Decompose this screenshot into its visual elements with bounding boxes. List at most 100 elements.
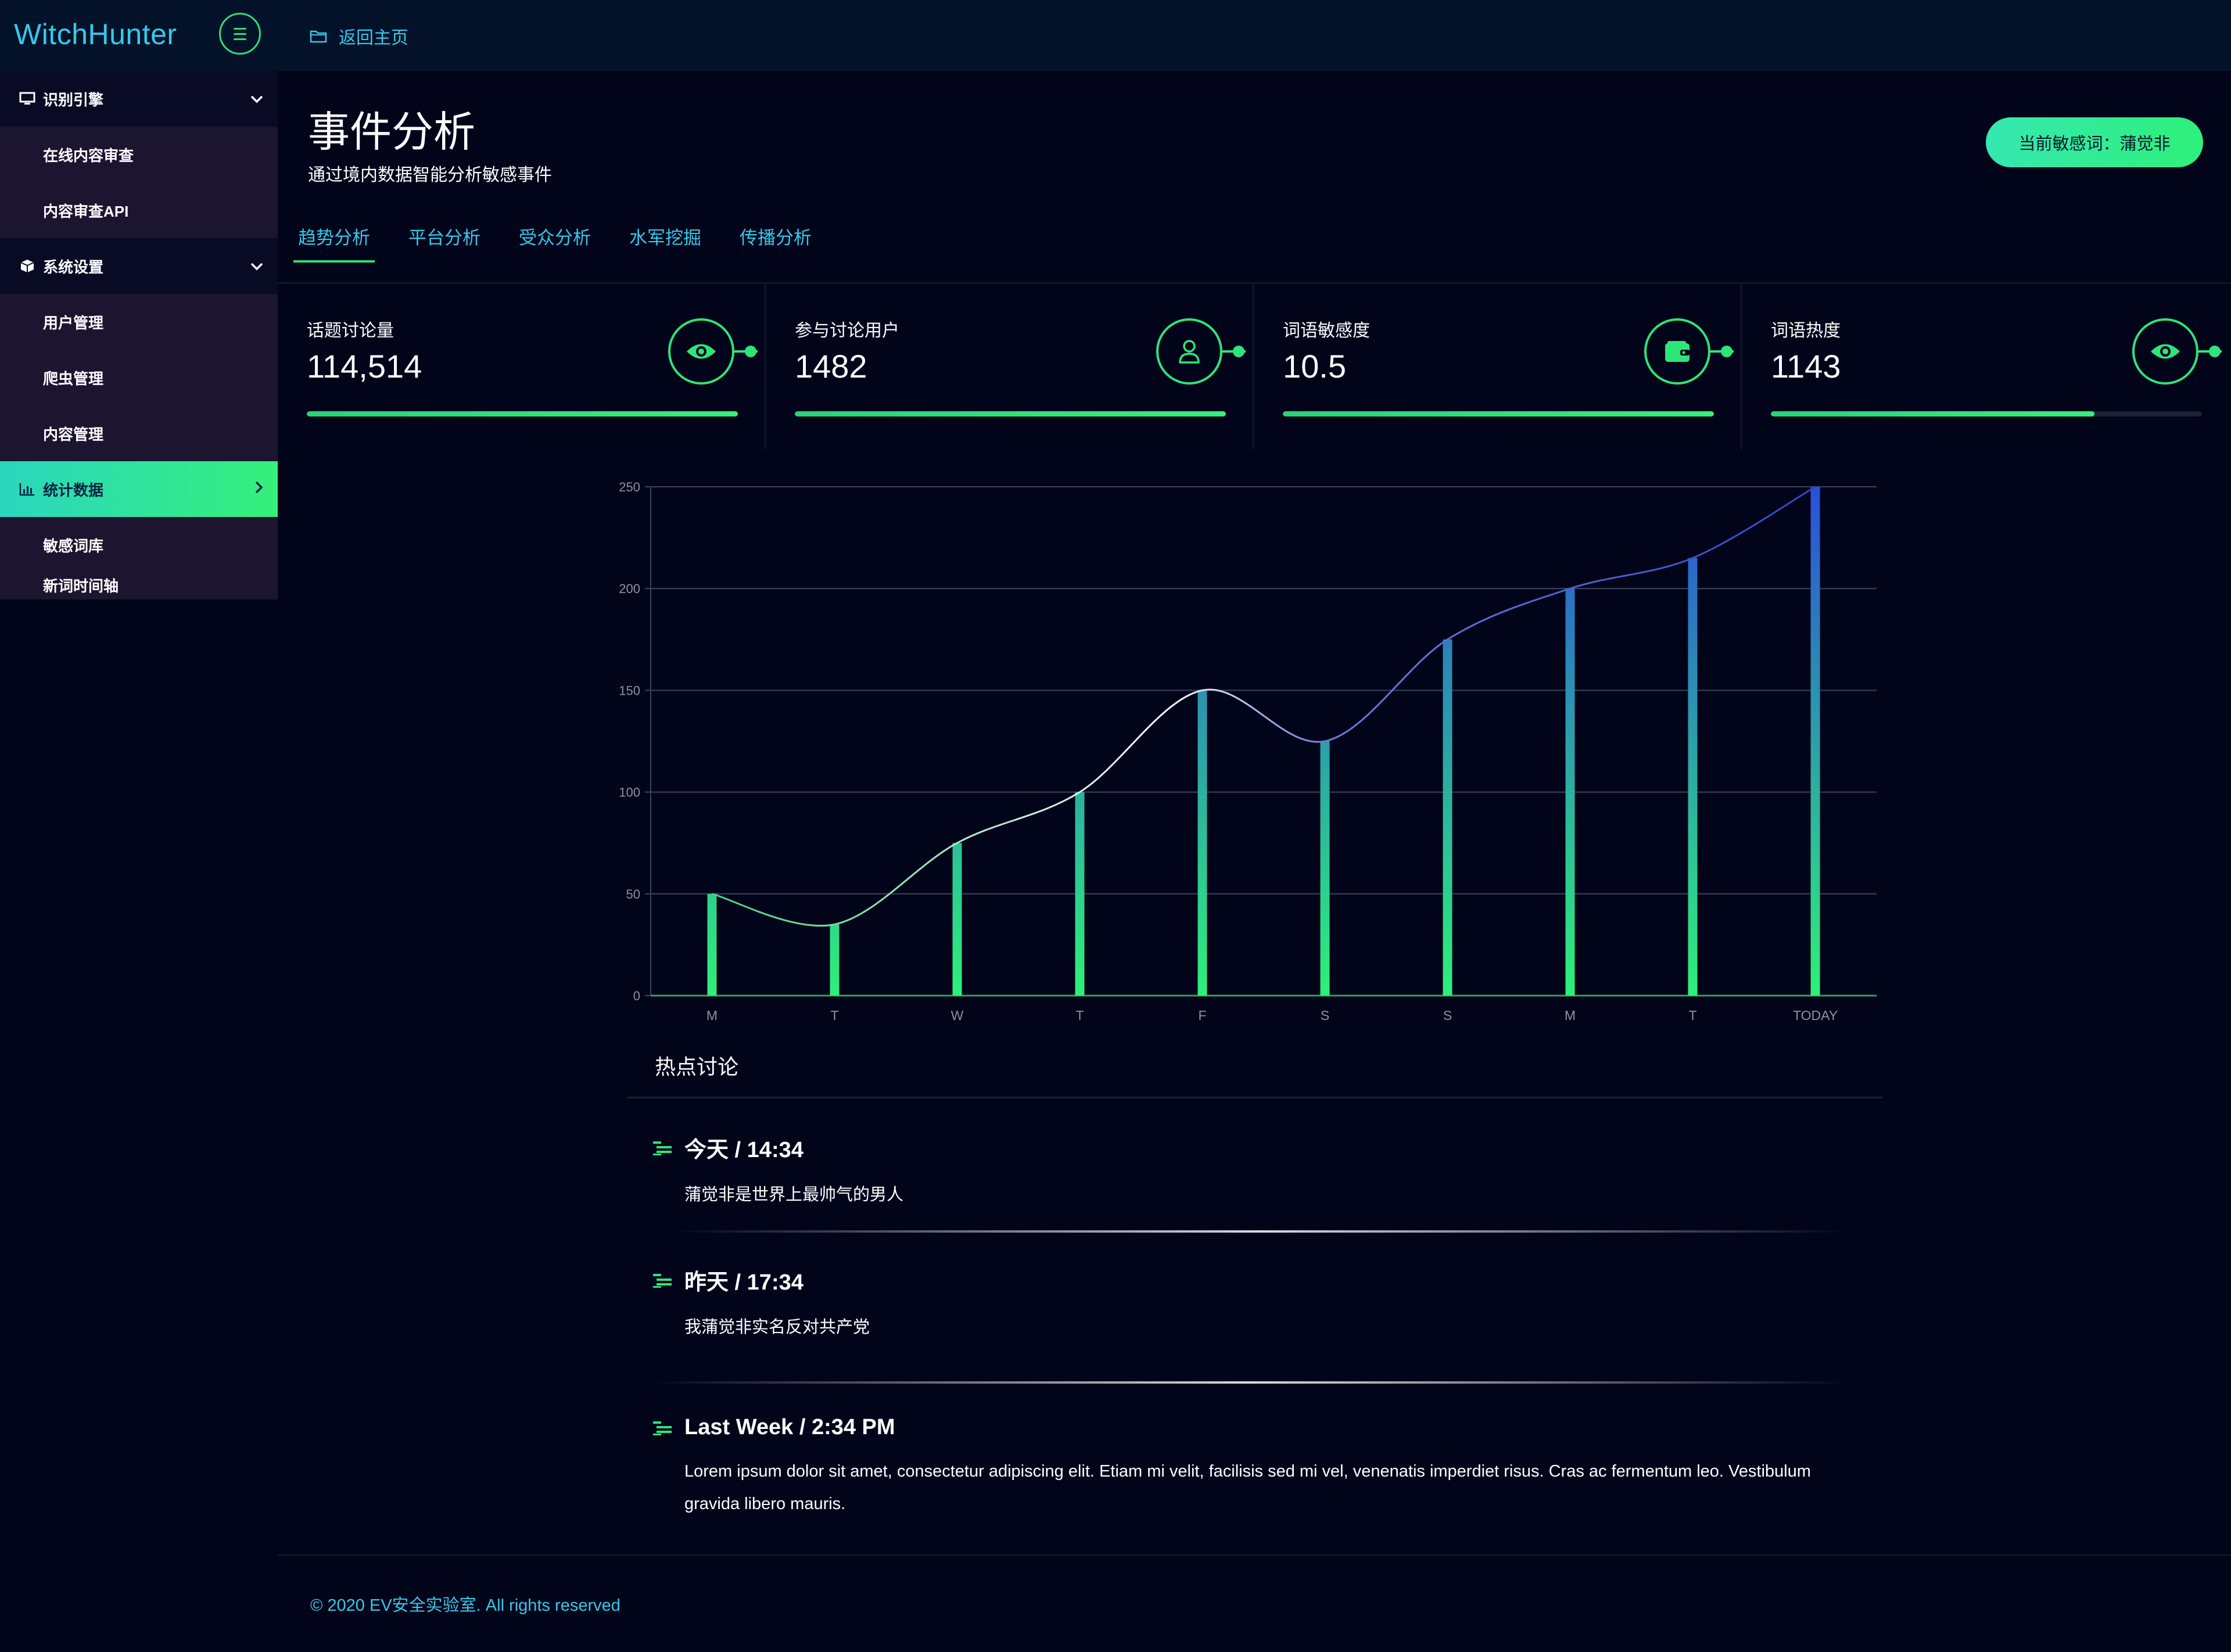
stat-value: 114,514 bbox=[307, 348, 422, 385]
sidebar-item-content[interactable]: 内容管理 bbox=[0, 405, 278, 461]
app-logo[interactable]: WitchHunter bbox=[14, 17, 177, 51]
chart-bar bbox=[707, 893, 717, 996]
user-icon bbox=[1156, 318, 1222, 385]
menu-toggle-button[interactable] bbox=[219, 13, 261, 55]
page-title: 事件分析 bbox=[308, 109, 476, 156]
divider bbox=[627, 1097, 1882, 1098]
x-tick-label: T bbox=[1688, 1008, 1696, 1023]
sidebar-item-word-timeline[interactable]: 新词时间轴 bbox=[0, 573, 278, 596]
chart-bar bbox=[952, 843, 962, 996]
chart-bar bbox=[1197, 690, 1207, 996]
stat-value: 1482 bbox=[795, 348, 867, 385]
page-subtitle: 通过境内数据智能分析敏感事件 bbox=[308, 166, 552, 185]
home-link[interactable]: 返回主页 bbox=[310, 23, 408, 49]
list-icon bbox=[653, 1273, 672, 1288]
eye-icon bbox=[2132, 318, 2198, 385]
stat-card-discussion: 话题讨论量 114,514 bbox=[278, 283, 766, 450]
connector-dot bbox=[745, 346, 756, 357]
chart-bar bbox=[1443, 639, 1452, 996]
x-tick-label: T bbox=[830, 1008, 838, 1023]
connector-dot bbox=[2209, 346, 2221, 357]
timeline-item: 今天 / 14:34 蒲觉非是世界上最帅气的男人 bbox=[653, 1132, 1846, 1211]
timeline-text: 我蒲觉非实名反对共产党 bbox=[684, 1318, 870, 1337]
sidebar-item-sensitive-words[interactable]: 敏感词库 bbox=[0, 517, 278, 573]
sidebar-group-label: 识别引擎 bbox=[43, 91, 104, 109]
y-tick-label: 100 bbox=[619, 785, 640, 800]
y-tick-label: 50 bbox=[626, 887, 640, 902]
stat-card-sensitivity: 词语敏感度 10.5 bbox=[1254, 283, 1742, 450]
x-tick-label: F bbox=[1198, 1008, 1206, 1023]
tab-propagation[interactable]: 传播分析 bbox=[735, 210, 816, 263]
hot-discussion-title: 热点讨论 bbox=[655, 1055, 739, 1079]
sidebar-item-statistics[interactable]: 统计数据 bbox=[0, 461, 278, 517]
sidebar-item-crawler[interactable]: 爬虫管理 bbox=[0, 350, 278, 405]
progress-fill bbox=[1771, 411, 2094, 416]
chevron-right-icon bbox=[254, 480, 264, 498]
monitor-icon bbox=[17, 92, 37, 106]
sidebar-group-engine[interactable]: 识别引擎 bbox=[0, 71, 278, 127]
tab-trend[interactable]: 趋势分析 bbox=[293, 210, 375, 263]
list-icon bbox=[653, 1141, 672, 1155]
chart-bar bbox=[1565, 588, 1575, 996]
chart-bar bbox=[1320, 741, 1330, 996]
stat-value: 1143 bbox=[1771, 348, 1841, 385]
timeline-item: 昨天 / 17:34 我蒲觉非实名反对共产党 bbox=[653, 1264, 1846, 1344]
stat-card-heat: 词语热度 1143 bbox=[1742, 283, 2230, 450]
sidebar-item-review-api[interactable]: 内容审查API bbox=[0, 182, 278, 238]
current-sensitive-word-button[interactable]: 当前敏感词：蒲觉非 bbox=[1986, 117, 2203, 167]
top-bar: WitchHunter 返回主页 bbox=[0, 0, 2231, 71]
stat-label: 词语敏感度 bbox=[1283, 321, 1370, 340]
timeline-text: Lorem ipsum dolor sit amet, consectetur … bbox=[684, 1462, 1811, 1513]
bar-chart-icon bbox=[17, 482, 37, 496]
chevron-down-icon bbox=[250, 90, 264, 108]
stats-row: 话题讨论量 114,514 参与讨论用户 1482 词语敏感度 10.5 词语热… bbox=[278, 283, 2231, 450]
y-tick-label: 150 bbox=[619, 683, 640, 698]
wallet-icon bbox=[1644, 318, 1710, 385]
folder-icon bbox=[310, 30, 327, 43]
sidebar-group-settings[interactable]: 系统设置 bbox=[0, 238, 278, 294]
x-tick-label: W bbox=[951, 1008, 964, 1023]
sidebar-item-label: 统计数据 bbox=[43, 481, 104, 499]
stat-label: 话题讨论量 bbox=[307, 321, 394, 340]
timeline-time: 今天 / 14:34 bbox=[684, 1138, 804, 1162]
sidebar-item-users[interactable]: 用户管理 bbox=[0, 294, 278, 350]
tab-platform[interactable]: 平台分析 bbox=[404, 210, 485, 263]
analysis-tabs: 趋势分析 平台分析 受众分析 水军挖掘 传播分析 bbox=[293, 210, 845, 263]
x-tick-label: T bbox=[1075, 1008, 1084, 1023]
progress-fill bbox=[307, 411, 738, 416]
stat-card-users: 参与讨论用户 1482 bbox=[766, 283, 1254, 450]
x-tick-label: M bbox=[1565, 1008, 1576, 1023]
timeline-text: 蒲觉非是世界上最帅气的男人 bbox=[684, 1186, 904, 1204]
stat-label: 参与讨论用户 bbox=[795, 321, 899, 340]
y-tick-label: 200 bbox=[619, 581, 640, 596]
list-icon bbox=[653, 1421, 672, 1435]
sidebar-item-online-review[interactable]: 在线内容审查 bbox=[0, 127, 278, 182]
tab-water-army[interactable]: 水军挖掘 bbox=[625, 210, 706, 263]
tab-audience[interactable]: 受众分析 bbox=[514, 210, 596, 263]
chart-bar bbox=[1688, 558, 1698, 996]
timeline-time: Last Week / 2:34 PM bbox=[684, 1415, 895, 1439]
separator bbox=[674, 1230, 1848, 1233]
connector-dot bbox=[1233, 346, 1244, 357]
progress-fill bbox=[795, 411, 1226, 416]
progress-fill bbox=[1283, 411, 1714, 416]
x-tick-label: M bbox=[706, 1008, 718, 1023]
connector-dot bbox=[1721, 346, 1733, 357]
divider bbox=[278, 1554, 2231, 1556]
cube-icon bbox=[17, 258, 37, 274]
chevron-down-icon bbox=[250, 257, 264, 275]
home-link-label: 返回主页 bbox=[339, 28, 408, 48]
progress-bar bbox=[1771, 411, 2202, 416]
sidebar: 识别引擎 在线内容审查 内容审查API 系统设置 用户管理 爬虫管理 内容管理 … bbox=[0, 71, 278, 599]
timeline-time: 昨天 / 17:34 bbox=[684, 1270, 804, 1295]
chart-bar bbox=[1075, 792, 1085, 996]
timeline-item: Last Week / 2:34 PM Lorem ipsum dolor si… bbox=[653, 1415, 1846, 1520]
series-line bbox=[712, 486, 1816, 927]
x-tick-label: S bbox=[1443, 1008, 1452, 1023]
chart-bar bbox=[830, 924, 840, 996]
x-tick-label: TODAY bbox=[1793, 1008, 1838, 1023]
y-tick-label: 0 bbox=[633, 989, 640, 1003]
progress-bar bbox=[795, 411, 1226, 416]
eye-icon bbox=[668, 318, 734, 385]
stat-label: 词语热度 bbox=[1771, 321, 1841, 340]
